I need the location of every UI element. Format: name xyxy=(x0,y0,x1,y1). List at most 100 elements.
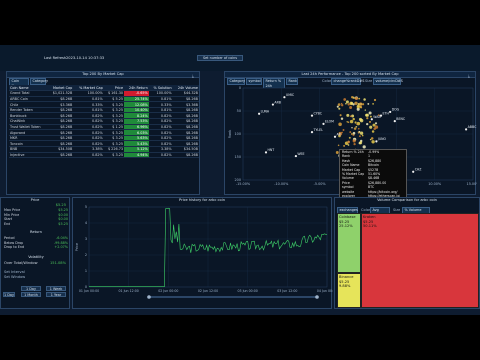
size-label: Size xyxy=(393,208,401,212)
table-row[interactable]: Injective $8.26B 0.82% $ 3.25 4.94% 0.82% $8.2… xyxy=(9,152,199,159)
interval-1-month-button[interactable]: 1 Month xyxy=(21,292,41,297)
y-axis-label: Price xyxy=(75,243,79,251)
scatter-point xyxy=(356,123,359,126)
scatter-point xyxy=(349,115,352,118)
stat-value: $5.25 xyxy=(58,221,68,226)
scatter-point xyxy=(338,107,341,110)
stat-value: $0.00 xyxy=(58,217,68,222)
stat-label: Min Price xyxy=(4,212,20,217)
coin-label: BENC xyxy=(396,117,406,121)
treemap-tile[interactable]: Kraken $5.25 50.11% xyxy=(361,213,479,308)
set-coins-button[interactable]: Set number of coins xyxy=(197,55,243,61)
scatter-point xyxy=(347,121,350,124)
scatter-point xyxy=(357,103,360,106)
scatter-point xyxy=(354,101,358,105)
color-label: Color xyxy=(361,208,371,212)
scatter-point xyxy=(354,121,357,124)
x-tick-label: -15.00% xyxy=(236,182,251,186)
scatter-point xyxy=(357,127,360,130)
coin-label: CHZ xyxy=(415,168,423,172)
coin-label: DOG xyxy=(392,108,400,112)
range-slider-handle[interactable] xyxy=(147,295,151,299)
last-refresh-value: 2023-10-14 10:37:33 xyxy=(66,56,105,60)
scatter-point xyxy=(360,106,363,109)
table-cell-name: Injective xyxy=(9,152,48,159)
x-tick-label: -5.00% xyxy=(314,182,327,186)
coin-label: AR xyxy=(337,133,342,137)
stat-label: Max Price xyxy=(4,208,21,212)
scatter-point xyxy=(337,103,341,106)
table-cell-vol: $8.26B xyxy=(172,152,199,159)
tile-share: 25.12% xyxy=(339,224,353,229)
scatter-point xyxy=(347,103,350,106)
scatter-point xyxy=(371,140,375,144)
scatter-point xyxy=(358,97,361,100)
scatter-point xyxy=(350,101,354,105)
stat-label: Drop to End xyxy=(4,245,25,250)
scatter-point xyxy=(372,123,376,127)
window-1-day-button[interactable]: 1 Day xyxy=(3,292,15,297)
coin-label: JUNO xyxy=(377,137,387,141)
price-history-chart[interactable]: 54321001 Jun 00:00 01 Jun 12:00 02 Jun 00:… xyxy=(73,203,333,310)
stat-label: Below Drop xyxy=(4,240,24,245)
size-label: Size xyxy=(365,79,373,83)
stat-label: End xyxy=(4,221,11,226)
scatter-point xyxy=(349,131,352,134)
scatter-point xyxy=(361,134,364,137)
treemap-tile[interactable]: Coinbase $5.25 25.12% xyxy=(337,213,361,273)
dashboard: Last Refresh 2023-10-14 10:37:33 Set num… xyxy=(0,45,480,315)
scatter-point xyxy=(347,144,350,146)
y-tick-label: 2 xyxy=(85,253,87,257)
volatility-label: Over Total/Window xyxy=(4,261,38,265)
stat-label: Start xyxy=(4,217,13,222)
scatter-point xyxy=(352,131,356,135)
stat-label: Period xyxy=(4,236,15,240)
scatter-point xyxy=(373,98,377,102)
scatter-point xyxy=(342,129,345,131)
price-history-panel: Price history for arbc coin 5 4 3 2 1 0 01 Jun… xyxy=(72,197,333,310)
range-slider-track xyxy=(149,296,317,298)
table-cell-ret: 4.94% xyxy=(124,152,149,159)
coin-table: Coin Name Market Cap% Market Cap Price 24h … xyxy=(9,85,199,159)
y-tick-label: 200 xyxy=(235,178,241,182)
market-cap-panel: Top 200 By Market Cap ⤓ Coin Name Catego… xyxy=(6,71,200,195)
coin-label: CYBC xyxy=(314,111,323,115)
scatter-point xyxy=(351,96,354,99)
scatter-point xyxy=(349,106,353,109)
y-tick-label: 50 xyxy=(237,109,241,113)
interval-1-week-button[interactable]: 1 Week xyxy=(46,286,66,291)
scatter-point xyxy=(359,118,364,123)
scatter-point xyxy=(340,117,344,121)
scatter-point xyxy=(359,141,363,145)
export-icon[interactable]: ⤓ xyxy=(468,73,470,78)
stat-value: -99.88% xyxy=(53,240,68,245)
scatter-point xyxy=(351,126,353,129)
volatility-value: 151.08% xyxy=(50,261,66,265)
coin-label: TYLEL xyxy=(313,128,324,132)
y-tick-label: 3 xyxy=(85,237,87,241)
tile-share: 50.11% xyxy=(363,224,377,229)
scatter-point xyxy=(363,98,366,101)
tile-share: 9.88% xyxy=(339,284,351,289)
category-select[interactable]: Category xyxy=(30,78,48,85)
stat-value: -6.04% xyxy=(56,236,68,240)
scatter-point xyxy=(365,113,368,117)
scatter-point xyxy=(358,130,361,133)
scatter-point xyxy=(362,103,365,106)
scatter-point xyxy=(367,102,370,105)
treemap-tile[interactable]: Binance $5.25 9.88% xyxy=(337,273,361,308)
x-tick-label: 03 Jun 00:00 xyxy=(238,289,258,293)
scatter-point xyxy=(341,104,344,107)
x-tick-label: 03 Jun 12:00 xyxy=(277,289,297,293)
coin-label: ELOM xyxy=(325,120,334,124)
interval-1-year-button[interactable]: 1 Year xyxy=(46,292,66,297)
interval-1-day-button[interactable]: 1 Day xyxy=(21,286,41,291)
coin-label: ABBC xyxy=(468,125,477,129)
coin-label: WEE xyxy=(297,152,304,156)
export-icon[interactable]: ⤓ xyxy=(192,73,194,78)
scatter-point xyxy=(343,98,347,101)
scatter-point xyxy=(337,144,340,147)
range-slider-handle[interactable] xyxy=(315,295,319,299)
scatter-point xyxy=(354,97,356,100)
exchange-treemap[interactable]: Kraken $5.25 50.11% Coinbase $5.25 25.12… xyxy=(337,213,479,308)
